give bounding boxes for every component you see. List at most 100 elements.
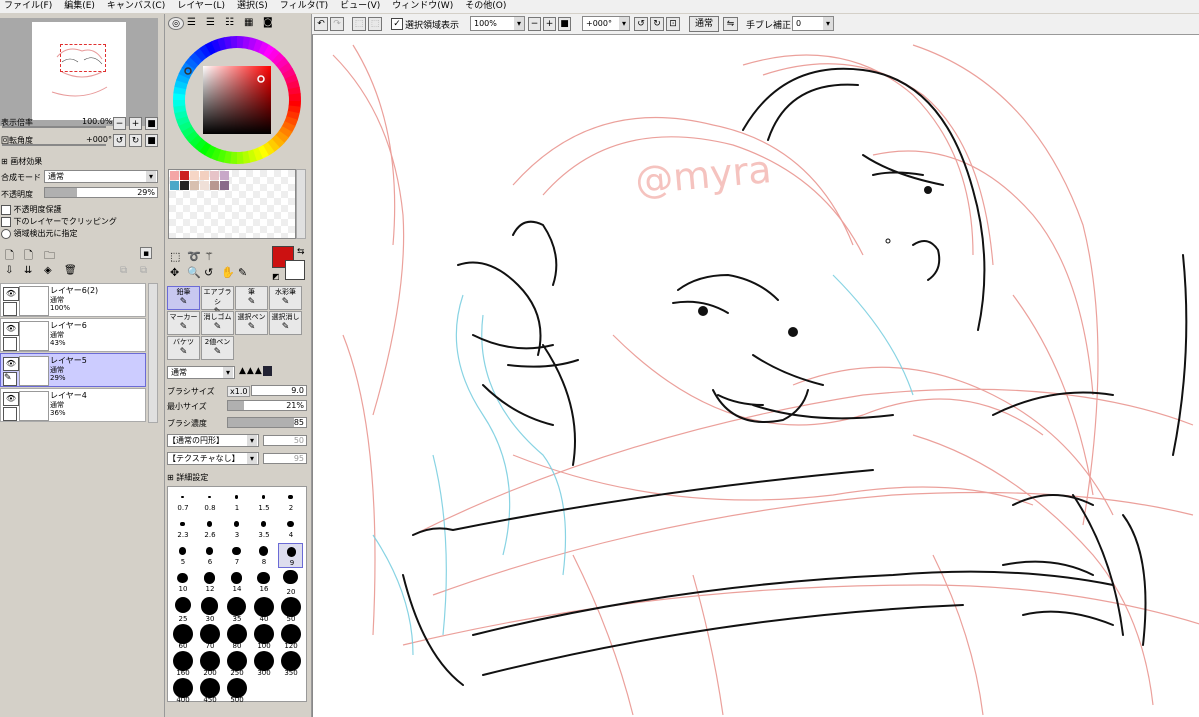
- menu-item-0[interactable]: ファイル(F): [0, 0, 60, 13]
- rotate-reset-button[interactable]: ■: [145, 134, 158, 147]
- brush-size-cell[interactable]: 1.5: [251, 489, 276, 514]
- show-selection-checkbox[interactable]: ✓: [391, 18, 403, 30]
- brush-size-cell[interactable]: 2.3: [170, 516, 195, 541]
- swatch-tab-icon[interactable]: ▦: [244, 17, 253, 28]
- brush-size-field[interactable]: 9.0: [251, 385, 307, 396]
- brush-size-cell[interactable]: 20: [278, 570, 303, 596]
- rotate-right-button[interactable]: ↻: [129, 134, 142, 147]
- brush-size-cell[interactable]: 160: [170, 651, 195, 677]
- brush-size-cell[interactable]: 500: [224, 678, 249, 704]
- color-swatch[interactable]: [190, 181, 199, 190]
- color-swatch[interactable]: [220, 181, 229, 190]
- hsv-slider-tab-icon[interactable]: ☰: [206, 17, 215, 28]
- toolbar-zoom-out-button[interactable]: −: [528, 17, 541, 31]
- new-layer-icon[interactable]: 🗋: [5, 247, 14, 266]
- brush-tool-button[interactable]: マーカー ✎: [167, 311, 200, 335]
- brush-size-cell[interactable]: 8: [251, 543, 276, 568]
- eye-icon[interactable]: 👁: [3, 392, 19, 406]
- selection-source-option[interactable]: 領域検出元に指定: [1, 228, 78, 239]
- rotation-select[interactable]: +000° ▾: [582, 16, 630, 31]
- layer-row[interactable]: 👁 レイヤー6(2) 通常 100%: [0, 283, 146, 317]
- redo-button[interactable]: ↷: [330, 17, 344, 31]
- zoom-select[interactable]: 100% ▾: [470, 16, 525, 31]
- brush-size-cell[interactable]: 300: [251, 651, 276, 677]
- brush-size-cell[interactable]: 250: [224, 651, 249, 677]
- brush-size-cell[interactable]: 60: [170, 624, 195, 650]
- brush-size-cell[interactable]: 14: [224, 570, 249, 595]
- brush-size-cell[interactable]: 7: [224, 543, 249, 568]
- brush-size-cell[interactable]: 12: [197, 570, 222, 595]
- brush-size-cell[interactable]: 100: [251, 624, 276, 650]
- brush-tool-button[interactable]: 水彩筆 ✎: [269, 286, 302, 310]
- brush-size-cell[interactable]: 80: [224, 624, 249, 650]
- magic-wand-icon[interactable]: ⚚: [204, 250, 214, 263]
- rotate-left-button[interactable]: ↺: [113, 134, 126, 147]
- zoom-out-button[interactable]: −: [113, 117, 126, 130]
- brush-size-cell[interactable]: 450: [197, 678, 222, 704]
- reset-colors-icon[interactable]: ◩: [272, 272, 280, 281]
- swatch-palette[interactable]: [168, 169, 296, 239]
- mixer-tab-icon[interactable]: ☷: [225, 17, 234, 28]
- eye-icon[interactable]: 👁: [3, 287, 19, 301]
- rotate-icon[interactable]: ↺: [204, 266, 213, 279]
- move-icon[interactable]: ✥: [170, 266, 179, 279]
- brush-mode-select[interactable]: 通常 ▾: [167, 366, 235, 379]
- deselect-button[interactable]: ⬚: [352, 17, 366, 31]
- transfer-down-icon[interactable]: ⇩: [5, 265, 13, 276]
- brush-size-cell[interactable]: 5: [170, 543, 195, 568]
- brush-size-cell[interactable]: 3.5: [251, 516, 276, 541]
- brush-size-cell[interactable]: 2: [278, 489, 303, 514]
- brush-size-cell[interactable]: 3: [224, 516, 249, 541]
- density-slider[interactable]: 85: [227, 417, 307, 428]
- brush-edge-options[interactable]: ▲▲▲■: [239, 366, 273, 376]
- paper-effect-header[interactable]: ⊞ 画材効果: [1, 156, 42, 167]
- merge-down-icon[interactable]: ⇊: [24, 265, 32, 276]
- min-size-slider[interactable]: 21%: [227, 400, 307, 411]
- zoom-icon[interactable]: 🔍: [187, 266, 201, 279]
- brush-size-cell[interactable]: 30: [197, 597, 222, 623]
- blend-mode-select[interactable]: 通常 ▾: [44, 170, 158, 183]
- navigator-thumbnail[interactable]: [0, 18, 158, 126]
- brush-tool-button[interactable]: エアブラシ✎: [201, 286, 234, 317]
- rect-select-icon[interactable]: ⬚: [170, 250, 180, 263]
- brush-size-cell[interactable]: 200: [197, 651, 222, 677]
- brush-size-cell[interactable]: 350: [278, 651, 303, 677]
- menu-item-7[interactable]: ウィンドウ(W): [388, 0, 461, 13]
- rgb-slider-tab-icon[interactable]: ☰: [187, 17, 196, 28]
- invert-selection-button[interactable]: ⬚: [368, 17, 382, 31]
- layer-row[interactable]: 👁 レイヤー4 通常 36%: [0, 388, 146, 422]
- preserve-opacity-option[interactable]: 不透明度保護: [1, 204, 62, 215]
- layer-row[interactable]: 👁 ✎ レイヤー5 通常 29%: [0, 353, 146, 387]
- hand-icon[interactable]: ✋: [221, 266, 235, 279]
- brush-tool-button[interactable]: バケツ ✎: [167, 336, 200, 360]
- new-folder-icon[interactable]: 🗀: [44, 247, 55, 266]
- undo-button[interactable]: ↶: [314, 17, 328, 31]
- layer-row[interactable]: 👁 レイヤー6 通常 43%: [0, 318, 146, 352]
- lasso-icon[interactable]: ➰: [187, 250, 201, 263]
- color-wheel-tab-icon[interactable]: ◎: [168, 17, 184, 30]
- lock-checkbox[interactable]: [3, 337, 17, 351]
- opacity-slider[interactable]: 29%: [44, 187, 158, 198]
- color-swatch[interactable]: [170, 171, 179, 180]
- brush-size-cell[interactable]: 35: [224, 597, 249, 623]
- stabilizer-select[interactable]: 0 ▾: [792, 16, 834, 31]
- menu-item-8[interactable]: その他(O): [461, 0, 514, 13]
- brush-tool-button[interactable]: 選択ペン ✎: [235, 311, 268, 335]
- detail-settings-header[interactable]: ⊞ 詳細設定: [167, 472, 208, 483]
- brush-size-cell[interactable]: 2.6: [197, 516, 222, 541]
- color-wheel[interactable]: [171, 34, 303, 166]
- color-swatch[interactable]: [180, 181, 189, 190]
- brush-size-cell[interactable]: 16: [251, 570, 276, 595]
- swatch-scrollbar[interactable]: [296, 169, 306, 239]
- pen-icon[interactable]: ✎: [3, 372, 17, 386]
- brush-size-cell[interactable]: 400: [170, 678, 195, 704]
- menu-item-2[interactable]: キャンバス(C): [103, 0, 173, 13]
- menu-item-5[interactable]: フィルタ(T): [276, 0, 336, 13]
- color-swatch[interactable]: [210, 171, 219, 180]
- brush-tool-button[interactable]: 選択消し ✎: [269, 311, 302, 335]
- rotate-slider[interactable]: [2, 144, 106, 146]
- brush-shape-select[interactable]: 【通常の円形】 ▾: [167, 434, 259, 447]
- clip-below-option[interactable]: 下のレイヤーでクリッピング: [1, 216, 117, 227]
- swap-colors-icon[interactable]: ⇆: [297, 247, 305, 257]
- color-swatch[interactable]: [200, 171, 209, 180]
